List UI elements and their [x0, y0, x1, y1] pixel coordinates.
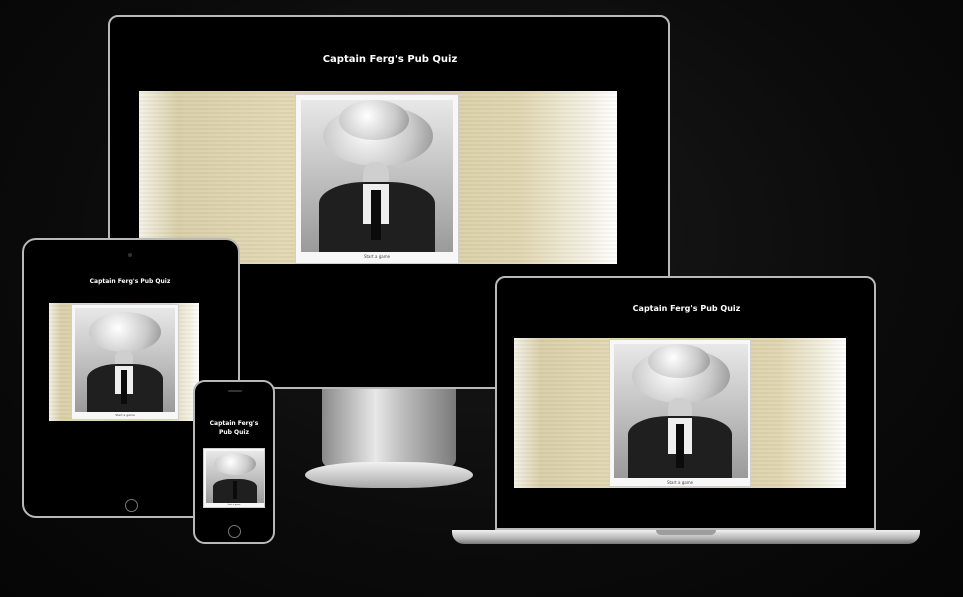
tablet-home-button[interactable] — [125, 499, 138, 512]
site-title: Captain Ferg's Pub Quiz — [89, 278, 171, 285]
phone-speaker — [228, 390, 242, 392]
site-title: Captain Ferg's Pub Quiz — [322, 54, 458, 65]
monitor-stand-base — [305, 462, 473, 488]
site-title: Captain Ferg's Pub Quiz — [209, 420, 259, 436]
start-game-card[interactable]: Start a game — [71, 304, 179, 420]
hero-image — [301, 100, 453, 252]
start-game-button[interactable]: Start a game — [610, 480, 750, 485]
site-title: Captain Ferg's Pub Quiz — [632, 304, 741, 313]
phone: Captain Ferg's Pub Quiz Start a game — [193, 380, 275, 544]
hero-image — [614, 344, 748, 478]
start-game-button[interactable]: Start a game — [72, 413, 178, 417]
start-game-card[interactable]: Start a game — [609, 339, 751, 487]
hero-image — [206, 451, 264, 503]
start-game-card[interactable]: Start a game — [295, 94, 459, 264]
start-game-button[interactable]: Start a game — [204, 504, 264, 506]
phone-home-button[interactable] — [228, 525, 241, 538]
start-game-card[interactable]: Start a game — [203, 448, 265, 508]
monitor-stand — [322, 389, 456, 467]
tablet-screen: Captain Ferg's Pub Quiz Start a game — [44, 267, 216, 493]
start-game-button[interactable]: Start a game — [296, 254, 458, 259]
laptop: Captain Ferg's Pub Quiz Start a game — [495, 276, 876, 530]
hero-image — [75, 308, 175, 412]
tablet-camera — [128, 253, 132, 257]
laptop-screen: Captain Ferg's Pub Quiz Start a game — [511, 292, 862, 512]
laptop-notch — [656, 530, 716, 535]
phone-screen: Captain Ferg's Pub Quiz Start a game — [200, 407, 268, 517]
